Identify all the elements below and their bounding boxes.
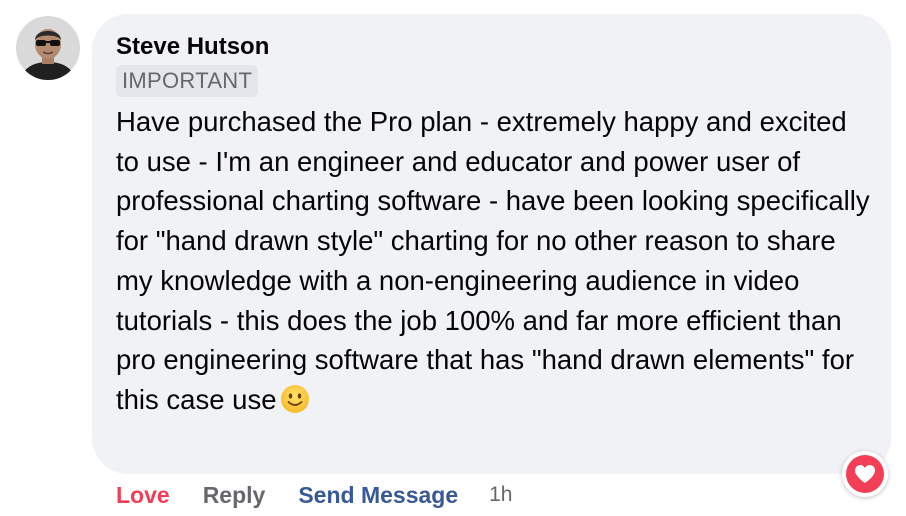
comment-bubble: Steve Hutson IMPORTANT Have purchased th…	[92, 14, 891, 474]
slightly-smiling-face-icon	[280, 384, 310, 414]
important-badge: IMPORTANT	[116, 65, 259, 97]
love-button[interactable]: Love	[116, 482, 170, 509]
profile-photo	[16, 16, 80, 80]
send-message-button[interactable]: Send Message	[298, 482, 458, 509]
love-reaction-badge[interactable]	[842, 451, 888, 497]
comment-actions: Love Reply Send Message 1h	[116, 480, 512, 510]
comment-body: Have purchased the Pro plan - extremely …	[116, 102, 876, 420]
comment-text: Have purchased the Pro plan - extremely …	[116, 106, 870, 415]
reply-button[interactable]: Reply	[203, 482, 266, 509]
avatar[interactable]	[16, 16, 80, 80]
timestamp[interactable]: 1h	[489, 483, 512, 507]
author-name[interactable]: Steve Hutson	[116, 32, 867, 62]
heart-icon	[846, 455, 884, 493]
